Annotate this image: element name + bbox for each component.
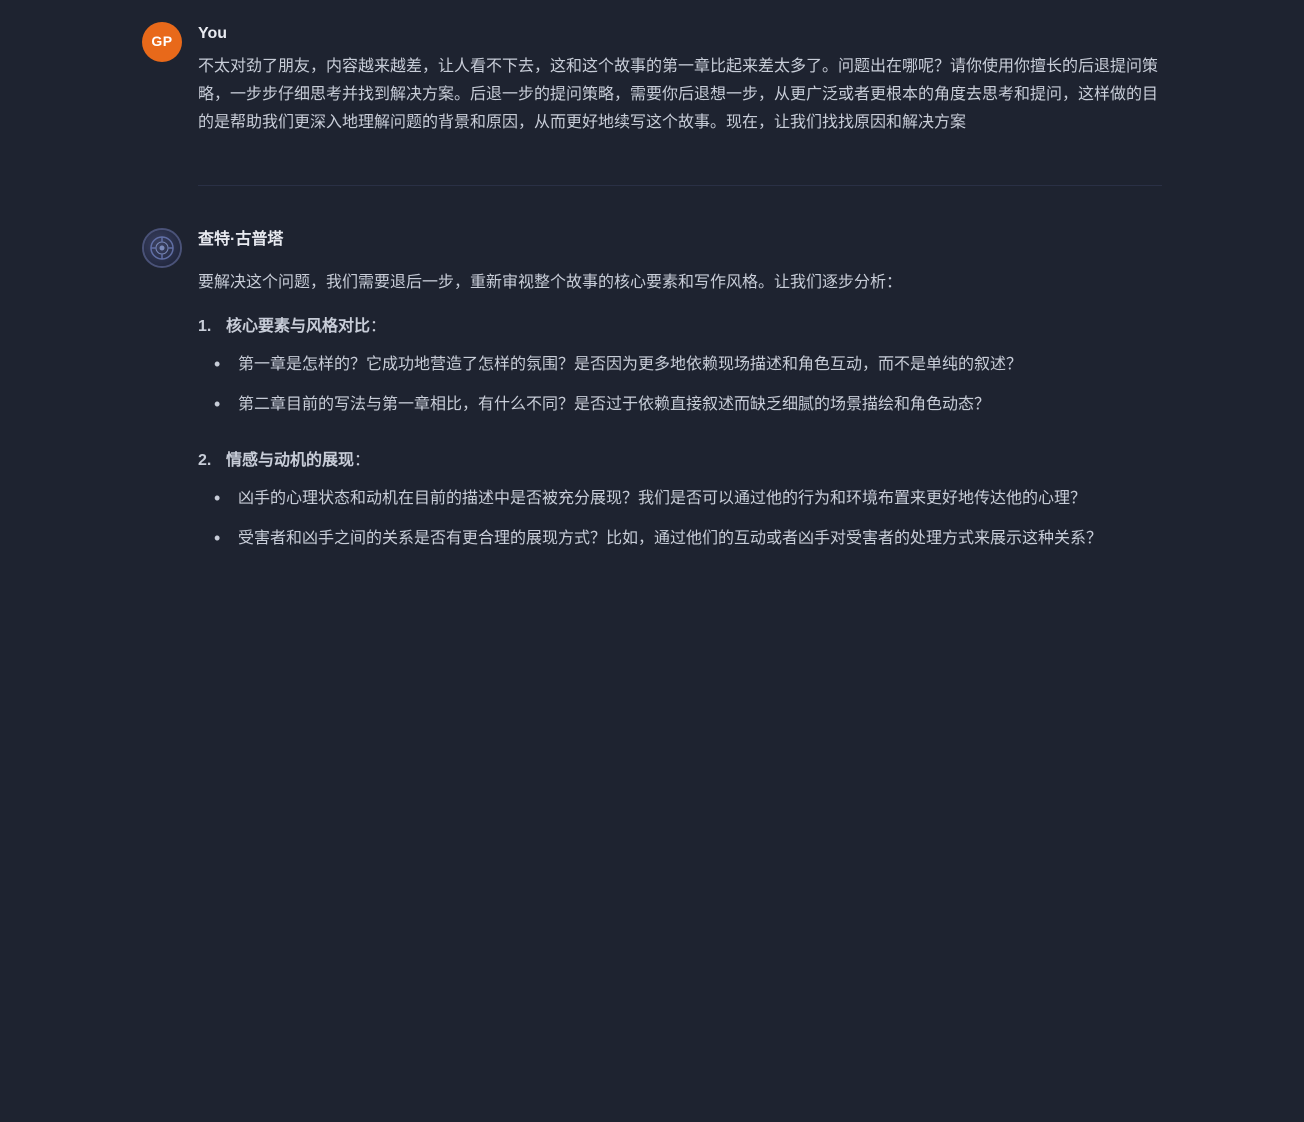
user-message-text: 不太对劲了朋友，内容越来越差，让人看不下去，这和这个故事的第一章比起来差太多了。… bbox=[198, 53, 1162, 137]
chat-container: GP You 不太对劲了朋友，内容越来越差，让人看不下去，这和这个故事的第一章比… bbox=[102, 0, 1202, 641]
bullet-text-2-2: 受害者和凶手之间的关系是否有更合理的展现方式？比如，通过他们的互动或者凶手对受害… bbox=[238, 525, 1102, 553]
bullet-2-1: • 凶手的心理状态和动机在目前的描述中是否被充分展现？我们是否可以通过他的行为和… bbox=[214, 485, 1162, 513]
user-name: You bbox=[198, 20, 1162, 47]
bullet-list-2: • 凶手的心理状态和动机在目前的描述中是否被充分展现？我们是否可以通过他的行为和… bbox=[214, 485, 1162, 553]
list-heading-1-text: 核心要素与风格对比： bbox=[226, 313, 386, 341]
list-number-1: 1. bbox=[198, 313, 220, 341]
user-avatar-label: GP bbox=[151, 30, 172, 54]
ai-message-text: 要解决这个问题，我们需要退后一步，重新审视整个故事的核心要素和写作风格。让我们逐… bbox=[198, 269, 1162, 565]
ai-avatar bbox=[142, 228, 182, 268]
list-title-2: 情感与动机的展现 bbox=[226, 452, 354, 469]
bullet-dot-1-2: • bbox=[214, 391, 228, 418]
bullet-2-2: • 受害者和凶手之间的关系是否有更合理的展现方式？比如，通过他们的互动或者凶手对… bbox=[214, 525, 1162, 553]
user-message-content: You 不太对劲了朋友，内容越来越差，让人看不下去，这和这个故事的第一章比起来差… bbox=[198, 20, 1162, 145]
bullet-text-1-1: 第一章是怎样的？它成功地营造了怎样的氛围？是否因为更多地依赖现场描述和角色互动，… bbox=[238, 351, 1022, 379]
bullet-1-2: • 第二章目前的写法与第一章相比，有什么不同？是否过于依赖直接叙述而缺乏细腻的场… bbox=[214, 391, 1162, 419]
ai-avatar-icon bbox=[149, 235, 175, 261]
user-message-block: GP You 不太对劲了朋友，内容越来越差，让人看不下去，这和这个故事的第一章比… bbox=[142, 20, 1162, 145]
message-divider bbox=[198, 185, 1162, 186]
user-avatar: GP bbox=[142, 22, 182, 62]
bullet-list-1: • 第一章是怎样的？它成功地营造了怎样的氛围？是否因为更多地依赖现场描述和角色互… bbox=[214, 351, 1162, 419]
bullet-dot-2-2: • bbox=[214, 525, 228, 552]
ai-message-content: 查特·古普塔 要解决这个问题，我们需要退后一步，重新审视整个故事的核心要素和写作… bbox=[198, 226, 1162, 581]
ai-name: 查特·古普塔 bbox=[198, 226, 1162, 253]
list-item-2-content: 2. 情感与动机的展现： • 凶手的心理状态和动机在目前的描述中是否被充分展现？… bbox=[198, 447, 1162, 565]
bullet-dot-2-1: • bbox=[214, 485, 228, 512]
ai-avatar-inner bbox=[144, 230, 180, 266]
list-item-2: 2. 情感与动机的展现： • 凶手的心理状态和动机在目前的描述中是否被充分展现？… bbox=[198, 447, 1162, 565]
numbered-list: 1. 核心要素与风格对比： • 第一章是怎样的？它成功地营造了怎样的氛围？是否因… bbox=[198, 313, 1162, 565]
list-heading-2: 2. 情感与动机的展现： bbox=[198, 447, 1162, 475]
bullet-1-1: • 第一章是怎样的？它成功地营造了怎样的氛围？是否因为更多地依赖现场描述和角色互… bbox=[214, 351, 1162, 379]
list-title-1: 核心要素与风格对比 bbox=[226, 318, 370, 335]
list-number-2: 2. bbox=[198, 447, 220, 475]
ai-message-block: 查特·古普塔 要解决这个问题，我们需要退后一步，重新审视整个故事的核心要素和写作… bbox=[142, 226, 1162, 581]
list-heading-2-text: 情感与动机的展现： bbox=[226, 447, 370, 475]
list-item-1: 1. 核心要素与风格对比： • 第一章是怎样的？它成功地营造了怎样的氛围？是否因… bbox=[198, 313, 1162, 431]
bullet-text-2-1: 凶手的心理状态和动机在目前的描述中是否被充分展现？我们是否可以通过他的行为和环境… bbox=[238, 485, 1086, 513]
bullet-text-1-2: 第二章目前的写法与第一章相比，有什么不同？是否过于依赖直接叙述而缺乏细腻的场景描… bbox=[238, 391, 990, 419]
bullet-dot-1-1: • bbox=[214, 351, 228, 378]
list-heading-1: 1. 核心要素与风格对比： bbox=[198, 313, 1162, 341]
list-item-1-content: 1. 核心要素与风格对比： • 第一章是怎样的？它成功地营造了怎样的氛围？是否因… bbox=[198, 313, 1162, 431]
ai-intro: 要解决这个问题，我们需要退后一步，重新审视整个故事的核心要素和写作风格。让我们逐… bbox=[198, 269, 1162, 297]
